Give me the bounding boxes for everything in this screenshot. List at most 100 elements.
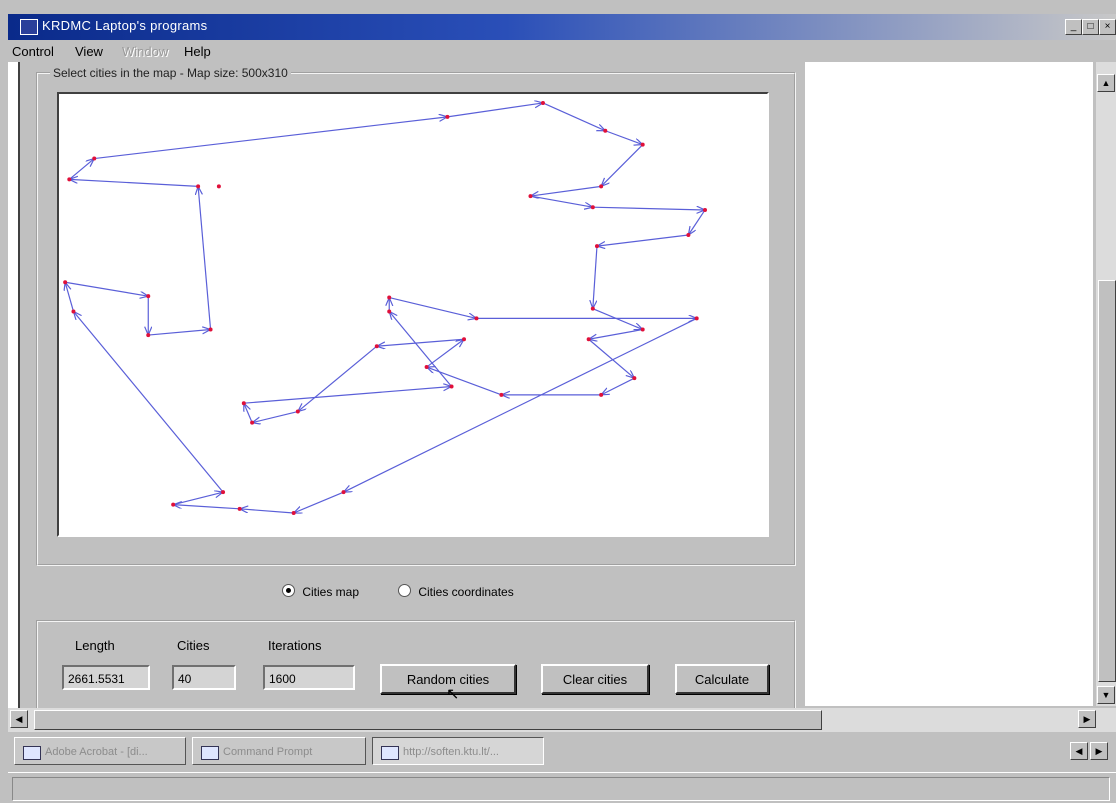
radio-icon-selected[interactable]	[282, 584, 295, 597]
city-point[interactable]	[462, 337, 467, 342]
route-segment	[244, 403, 253, 423]
route-segment	[601, 144, 644, 187]
length-field[interactable]: 2661.5531	[62, 665, 150, 690]
route-segment	[389, 311, 453, 387]
city-point[interactable]	[449, 384, 454, 389]
vertical-scroll-thumb[interactable]	[1098, 280, 1116, 682]
route-segment	[65, 281, 148, 296]
route-segment	[592, 207, 705, 210]
iterations-field[interactable]: 1600	[263, 665, 355, 690]
route-segment	[65, 282, 75, 312]
city-point[interactable]	[374, 344, 379, 349]
horizontal-scrollbar[interactable]: ◀ ▶	[8, 708, 1116, 732]
route-segment	[240, 509, 294, 514]
city-point[interactable]	[208, 327, 213, 332]
route-segment	[377, 338, 465, 346]
route-segment	[542, 102, 605, 131]
city-point[interactable]	[703, 207, 707, 212]
city-point[interactable]	[445, 114, 450, 119]
city-point[interactable]	[640, 142, 645, 147]
status-text-area	[12, 777, 1110, 801]
window-icon	[23, 746, 41, 760]
taskbar-scroll-right-icon[interactable]: ▶	[1090, 742, 1108, 760]
minimize-button[interactable]: _	[1065, 19, 1082, 35]
view-option-cities-coordinates[interactable]: Cities coordinates	[398, 583, 514, 599]
route-plot[interactable]	[59, 94, 763, 531]
taskbar-item-command-prompt[interactable]: Command Prompt	[192, 737, 366, 765]
menu-help[interactable]: Help	[184, 44, 211, 59]
window-icon	[381, 746, 399, 760]
city-point[interactable]	[528, 194, 533, 199]
city-point[interactable]	[250, 420, 255, 425]
cities-map-canvas[interactable]	[57, 92, 769, 537]
city-point[interactable]	[221, 490, 226, 495]
city-point[interactable]	[67, 177, 72, 182]
city-point[interactable]	[341, 490, 346, 495]
taskbar-item-browser[interactable]: http://soften.ktu.lt/...	[372, 737, 544, 765]
menu-control[interactable]: Control	[12, 44, 54, 59]
city-point[interactable]	[590, 205, 595, 210]
city-point[interactable]	[63, 280, 68, 285]
mouse-cursor-icon: ↖	[446, 686, 460, 703]
city-point[interactable]	[590, 306, 595, 311]
route-segment	[601, 377, 635, 395]
city-point[interactable]	[603, 128, 608, 133]
city-point[interactable]	[241, 401, 246, 406]
city-point[interactable]	[686, 233, 691, 237]
scroll-down-icon[interactable]: ▼	[1097, 686, 1115, 704]
city-point-unrouted[interactable]	[216, 184, 221, 189]
city-point[interactable]	[594, 244, 599, 249]
route-segment	[688, 209, 706, 235]
maximize-button[interactable]: □	[1082, 19, 1099, 35]
route-segment	[588, 338, 635, 378]
city-point[interactable]	[291, 511, 296, 515]
radio-icon[interactable]	[398, 584, 411, 597]
close-button[interactable]: ×	[1099, 19, 1116, 35]
city-point[interactable]	[632, 376, 637, 381]
taskbar-item-acrobat[interactable]: Adobe Acrobat - [di...	[14, 737, 186, 765]
city-point[interactable]	[387, 309, 392, 314]
city-point[interactable]	[640, 327, 645, 332]
route-segment	[447, 103, 543, 118]
city-point[interactable]	[387, 295, 392, 300]
city-point[interactable]	[586, 337, 591, 342]
route-segment	[593, 246, 598, 309]
route-segment	[597, 234, 689, 246]
clear-cities-button[interactable]: Clear cities	[541, 664, 649, 694]
route-segment	[389, 296, 476, 319]
city-point[interactable]	[171, 502, 176, 507]
city-point[interactable]	[146, 294, 151, 299]
scroll-up-icon[interactable]: ▲	[1097, 74, 1115, 92]
city-point[interactable]	[237, 506, 242, 511]
city-point[interactable]	[146, 333, 151, 338]
window-title: KRDMC Laptop's programs	[42, 18, 208, 33]
scroll-left-icon[interactable]: ◀	[10, 710, 28, 728]
city-point[interactable]	[295, 409, 300, 414]
city-point[interactable]	[599, 184, 604, 189]
city-point[interactable]	[599, 392, 604, 397]
menu-view[interactable]: View	[75, 44, 103, 59]
city-point[interactable]	[540, 100, 545, 105]
city-point[interactable]	[196, 184, 201, 189]
taskbar: Adobe Acrobat - [di... Command Prompt ht…	[8, 734, 1116, 770]
view-option-cities-map[interactable]: Cities map	[282, 583, 359, 599]
route-segment	[243, 387, 452, 404]
city-point[interactable]	[499, 392, 504, 397]
app-icon	[20, 19, 38, 35]
taskbar-item-label: Adobe Acrobat - [di...	[45, 746, 148, 758]
horizontal-scroll-thumb[interactable]	[34, 710, 822, 730]
title-bar[interactable]: KRDMC Laptop's programs _ □ ×	[8, 14, 1116, 40]
city-point[interactable]	[424, 365, 429, 370]
city-point[interactable]	[71, 309, 76, 314]
left-frame-border	[8, 62, 20, 708]
calculate-button[interactable]: Calculate	[675, 664, 769, 694]
route-segment	[530, 195, 592, 207]
window-icon	[201, 746, 219, 760]
scroll-right-icon[interactable]: ▶	[1078, 710, 1096, 728]
city-point[interactable]	[92, 156, 97, 161]
route-segment	[592, 308, 643, 330]
city-point[interactable]	[474, 316, 479, 321]
cities-field[interactable]: 40	[172, 665, 236, 690]
taskbar-scroll-left-icon[interactable]: ◀	[1070, 742, 1088, 760]
city-point[interactable]	[694, 316, 699, 321]
